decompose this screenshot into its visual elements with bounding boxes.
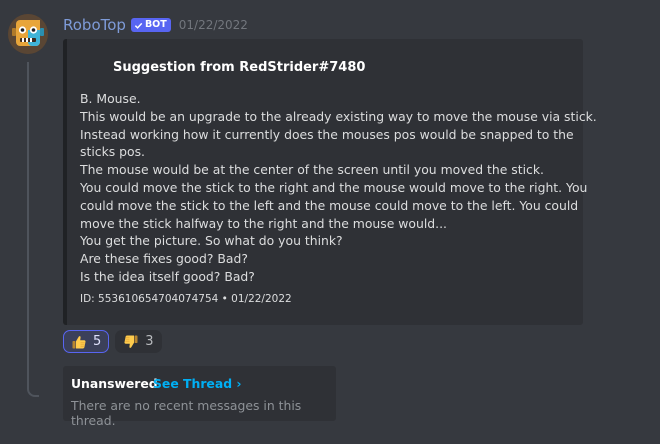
- embed-description-line: You could move the stick to the right an…: [80, 179, 588, 195]
- bot-badge: BOT: [130, 18, 171, 32]
- embed-description-line: The mouse would be at the center of the …: [80, 162, 544, 178]
- reaction-count: 5: [93, 334, 102, 349]
- embed-description-line: could move the stick to the left and the…: [80, 197, 579, 213]
- embed-description-line: This would be an upgrade to the already …: [80, 108, 597, 124]
- robot-face-icon: [8, 14, 48, 54]
- embed-description-line: Is the idea itself good? Bad?: [80, 268, 255, 284]
- reaction-thumbs-down[interactable]: 3: [115, 330, 162, 353]
- see-thread-link[interactable]: See Thread ›: [153, 376, 241, 391]
- reactions-bar: 5 3: [63, 330, 162, 353]
- embed-description: B. Mouse. This would be an upgrade to th…: [80, 90, 597, 286]
- reaction-thumbs-up[interactable]: 5: [63, 330, 110, 353]
- thumbs-down-icon: [124, 335, 138, 348]
- thumbs-up-icon: [72, 335, 86, 348]
- suggestion-embed: Suggestion from RedStrider#7480 B. Mouse…: [63, 39, 597, 325]
- bot-badge-label: BOT: [144, 19, 167, 30]
- embed-description-line: Instead working how it currently does th…: [80, 126, 574, 142]
- checkmark-icon: [134, 22, 143, 29]
- embed-title: Suggestion from RedStrider#7480: [113, 60, 366, 75]
- avatar[interactable]: [8, 14, 48, 54]
- embed-description-line: B. Mouse.: [80, 91, 141, 106]
- embed-description-line: You get the picture. So what do you thin…: [80, 233, 343, 249]
- embed-description-line: sticks pos.: [80, 144, 145, 160]
- username[interactable]: RoboTop: [63, 16, 126, 34]
- reaction-count: 3: [145, 334, 154, 349]
- message-timestamp: 01/22/2022: [178, 18, 248, 32]
- thread-card[interactable]: Unanswered See Thread › There are no rec…: [63, 366, 336, 428]
- thread-name[interactable]: Unanswered: [71, 376, 158, 391]
- thread-empty-text: There are no recent messages in this thr…: [71, 398, 302, 428]
- thread-connector-line: [27, 62, 39, 397]
- message-header: RoboTop BOT 01/22/2022: [63, 15, 248, 35]
- embed-description-line: move the stick halfway to the right and …: [80, 215, 447, 231]
- embed-footer: ID: 553610654704074754 • 01/22/2022: [80, 293, 292, 305]
- embed-description-line: Are these fixes good? Bad?: [80, 251, 248, 267]
